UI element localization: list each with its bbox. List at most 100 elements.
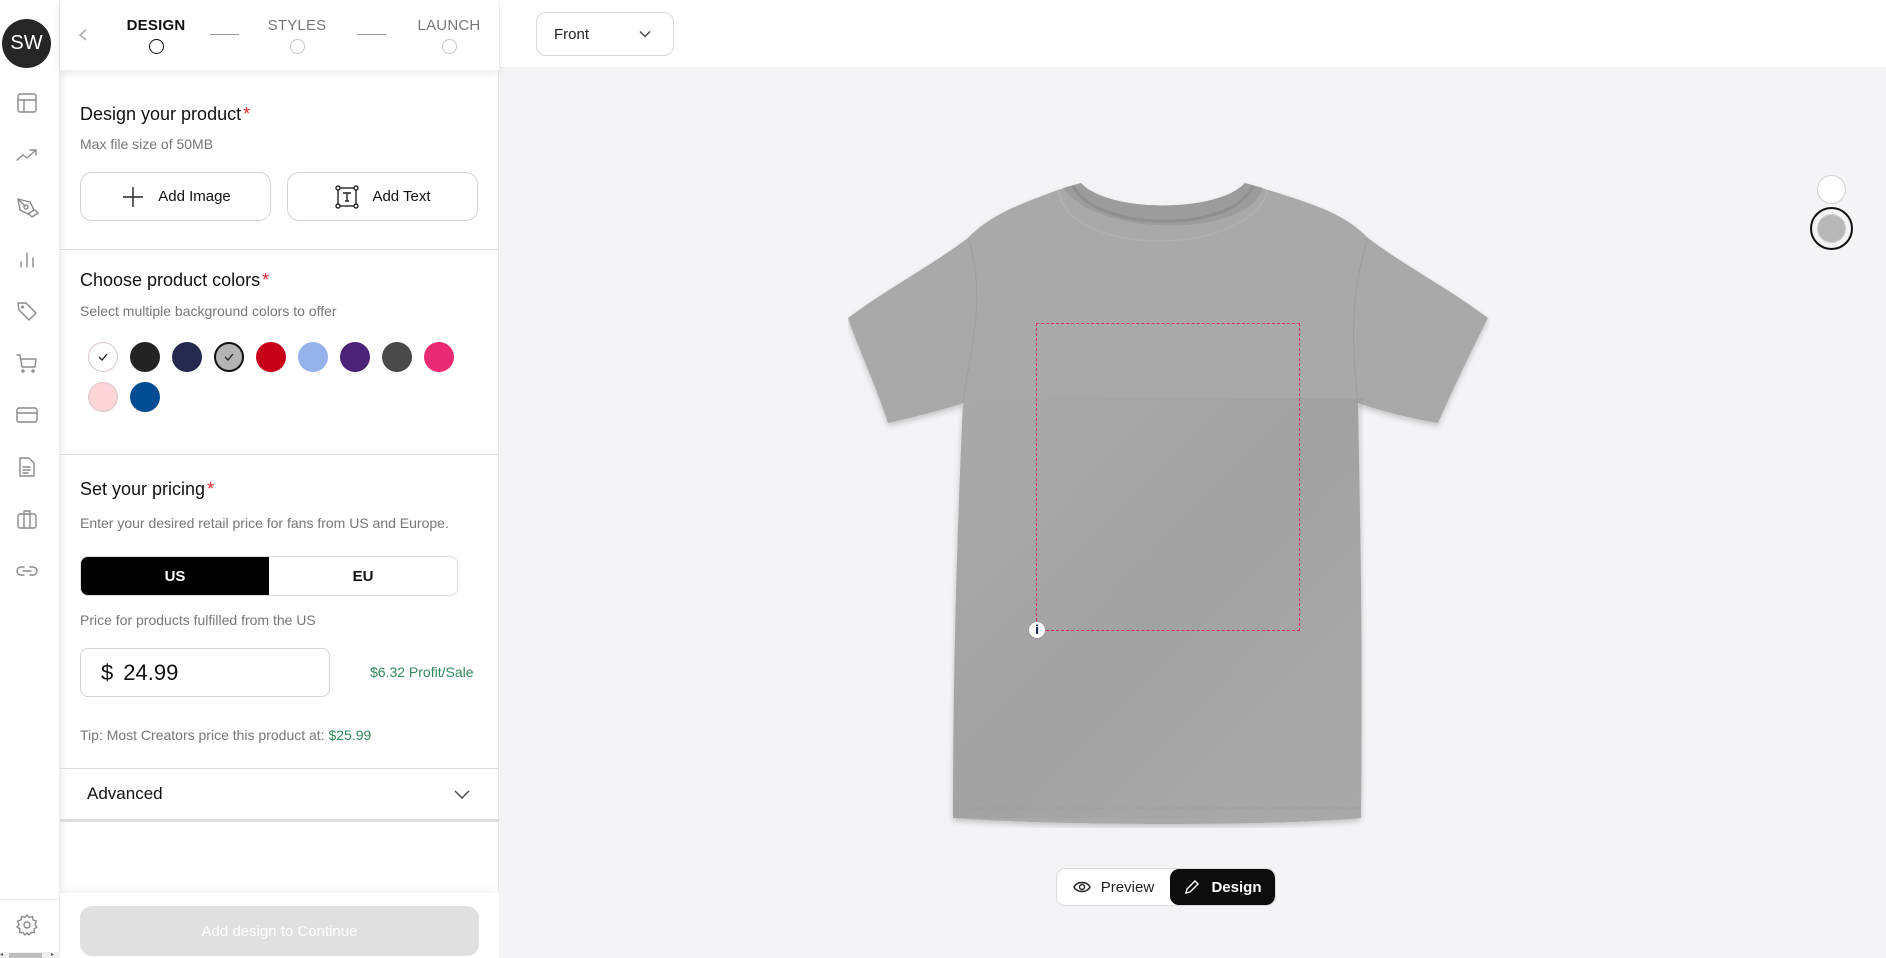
text-box-icon — [335, 184, 360, 209]
icon-sidebar: SW ◂ ▸ — [0, 0, 60, 958]
trending-up-icon — [16, 149, 37, 161]
chevron-down-icon — [454, 790, 470, 799]
check-icon — [224, 353, 234, 361]
sidebar-item-settings[interactable] — [14, 912, 40, 938]
color-swatch[interactable] — [130, 382, 160, 412]
step-connector — [357, 34, 386, 35]
step-design[interactable]: DESIGN — [124, 17, 188, 54]
section-subtitle: Max file size of 50MB — [80, 136, 214, 152]
add-text-button[interactable]: Add Text — [287, 172, 478, 221]
editor-panel: DESIGN STYLES LAUNCH Design your product… — [60, 0, 499, 958]
sidebar-item-analytics[interactable] — [14, 142, 40, 168]
color-swatch[interactable] — [424, 342, 454, 372]
colors-section: Choose product colors * Select multiple b… — [60, 250, 499, 455]
sidebar-item-stats[interactable] — [14, 246, 40, 272]
preview-color-grey[interactable] — [1810, 207, 1853, 250]
step-label: STYLES — [267, 17, 327, 34]
color-swatch[interactable] — [382, 342, 412, 372]
step-launch[interactable]: LAUNCH — [416, 17, 482, 54]
briefcase-icon — [17, 510, 37, 529]
color-swatch[interactable] — [172, 342, 202, 372]
section-subtitle: Enter your desired retail price for fans… — [80, 515, 449, 531]
color-swatch[interactable] — [256, 342, 286, 372]
design-label: Design — [1211, 878, 1262, 896]
color-swatch[interactable] — [88, 342, 118, 372]
panel-footer: Add design to Continue — [60, 893, 499, 958]
progress-stepper: DESIGN STYLES LAUNCH — [60, 0, 499, 70]
section-subtitle: Select multiple background colors to off… — [80, 303, 337, 319]
step-label: DESIGN — [126, 17, 186, 34]
document-icon — [19, 457, 35, 477]
advanced-accordion[interactable]: Advanced — [60, 769, 499, 822]
scroll-left-arrow[interactable]: ◂ — [0, 952, 3, 958]
chevron-down-icon — [639, 31, 651, 38]
required-mark: * — [243, 104, 251, 124]
required-mark: * — [262, 270, 270, 290]
region-eu-tab[interactable]: EU — [269, 557, 457, 595]
user-avatar[interactable]: SW — [2, 19, 51, 68]
button-label: Add Image — [158, 188, 231, 205]
tag-icon — [17, 302, 37, 321]
sidebar-item-design[interactable] — [14, 194, 40, 220]
sidebar-item-documents[interactable] — [14, 454, 40, 480]
sidebar-item-payments[interactable] — [14, 402, 40, 428]
sidebar-item-dashboard[interactable] — [14, 90, 40, 116]
pen-tool-icon — [17, 198, 39, 218]
section-title: Choose product colors * — [80, 270, 269, 291]
link-icon — [16, 566, 38, 576]
eye-icon — [1073, 881, 1091, 893]
credit-card-icon — [16, 407, 38, 423]
title-text: Design your product — [80, 104, 242, 124]
print-area-boundary[interactable] — [1036, 323, 1300, 631]
step-styles[interactable]: STYLES — [267, 17, 327, 54]
info-icon[interactable]: i — [1029, 622, 1045, 638]
step-indicator — [289, 39, 305, 54]
step-indicator — [441, 39, 457, 54]
scroll-right-arrow[interactable]: ▸ — [51, 952, 54, 958]
design-section: Design your product * Max file size of 50… — [60, 70, 499, 250]
scrollbar-thumb[interactable] — [9, 953, 42, 958]
dropdown-value: Front — [554, 25, 590, 43]
tip-text: Tip: Most Creators price this product at… — [80, 727, 329, 743]
tip-price: $25.99 — [328, 727, 372, 743]
plus-icon — [123, 186, 144, 207]
color-swatch[interactable] — [130, 342, 160, 372]
step-connector — [210, 34, 239, 35]
color-swatch[interactable] — [214, 342, 244, 372]
sidebar-divider — [0, 899, 60, 900]
sidebar-item-orders[interactable] — [14, 350, 40, 376]
sidebar-item-business[interactable] — [14, 506, 40, 532]
chevron-left-icon — [78, 29, 87, 41]
price-value: 24.99 — [123, 659, 179, 685]
color-swatch[interactable] — [298, 342, 328, 372]
preview-mode-button[interactable]: Preview — [1057, 869, 1170, 905]
continue-button[interactable]: Add design to Continue — [80, 906, 479, 956]
pencil-icon — [1185, 880, 1200, 894]
button-label: Add Text — [372, 188, 431, 205]
pricing-tip: Tip: Most Creators price this product at… — [80, 727, 371, 743]
horizontal-scrollbar[interactable]: ◂ ▸ — [0, 952, 60, 958]
sidebar-item-tags[interactable] — [14, 298, 40, 324]
preview-color-white[interactable] — [1817, 175, 1846, 204]
canvas-toolbar: Front — [500, 0, 1886, 68]
color-swatch[interactable] — [88, 382, 118, 412]
preview-label: Preview — [1100, 878, 1155, 896]
fulfilled-label: Price for products fulfilled from the US — [80, 612, 316, 628]
section-title: Design your product * — [80, 104, 250, 125]
region-toggle: US EU — [80, 556, 458, 596]
sidebar-item-links[interactable] — [14, 558, 40, 584]
title-text: Set your pricing — [80, 479, 206, 499]
region-us-tab[interactable]: US — [81, 557, 269, 595]
view-side-dropdown[interactable]: Front — [536, 12, 674, 56]
add-image-button[interactable]: Add Image — [80, 172, 271, 221]
price-input[interactable]: $ 24.99 — [80, 648, 330, 697]
design-mode-button[interactable]: Design — [1169, 869, 1275, 905]
layout-icon — [17, 93, 37, 113]
step-indicator — [148, 39, 164, 54]
cart-icon — [16, 354, 37, 373]
step-label: LAUNCH — [417, 17, 481, 34]
title-text: Choose product colors — [80, 270, 261, 290]
color-swatch[interactable] — [340, 342, 370, 372]
back-button[interactable] — [74, 24, 92, 46]
color-dot — [1817, 214, 1846, 243]
